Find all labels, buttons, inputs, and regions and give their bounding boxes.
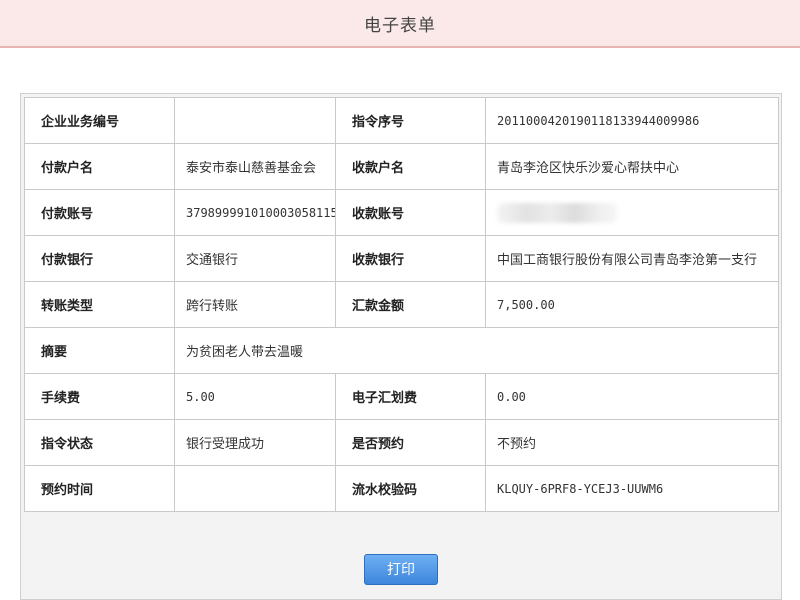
verification-code-label: 流水校验码: [335, 465, 486, 512]
instruction-status-label: 指令状态: [24, 419, 175, 466]
table-row: 付款账号 379899991010003058115 收款账号: [24, 189, 779, 236]
print-button[interactable]: 打印: [364, 553, 438, 585]
instruction-serial-value: 20110004201901181339440099​86: [485, 97, 779, 144]
payee-bank-value: 中国工商银行股份有限公司青岛李沧第一支行: [485, 235, 779, 282]
table-row: 指令状态 银行受理成功 是否预约 不预约: [24, 419, 779, 466]
payee-name-label: 收款户名: [335, 143, 486, 190]
table-row: 预约时间 流水校验码 KLQUY-6PRF8-YCEJ3-UUWM6: [24, 465, 779, 512]
payee-account-value: [485, 189, 779, 236]
table-row: 付款户名 泰安市泰山慈善基金会 收款户名 青岛李沧区快乐沙爱心帮扶中心: [24, 143, 779, 190]
remittance-amount-value: 7,500.00: [485, 281, 779, 328]
payee-bank-label: 收款银行: [335, 235, 486, 282]
remittance-amount-label: 汇款金额: [335, 281, 486, 328]
instruction-status-value: 银行受理成功: [174, 419, 336, 466]
table-row: 手续费 5.00 电子汇划费 0.00: [24, 373, 779, 420]
form-panel: 企业业务编号 指令序号 20110004201901181339440099​8…: [20, 93, 782, 600]
electronic-transfer-fee-label: 电子汇划费: [335, 373, 486, 420]
page-header: 电子表单: [0, 0, 800, 48]
table-row: 企业业务编号 指令序号 20110004201901181339440099​8…: [24, 97, 779, 144]
transfer-type-value: 跨行转账: [174, 281, 336, 328]
payer-account-label: 付款账号: [24, 189, 175, 236]
payer-name-label: 付款户名: [24, 143, 175, 190]
enterprise-business-number-value: [174, 97, 336, 144]
table-row: 摘要 为贫困老人带去温暖: [24, 327, 779, 374]
page-title: 电子表单: [364, 15, 436, 36]
transfer-type-label: 转账类型: [24, 281, 175, 328]
handling-fee-value: 5.00: [174, 373, 336, 420]
payee-name-value: 青岛李沧区快乐沙爱心帮扶中心: [485, 143, 779, 190]
is-scheduled-value: 不预约: [485, 419, 779, 466]
scheduled-time-label: 预约时间: [24, 465, 175, 512]
payer-account-value: 379899991010003058115: [174, 189, 336, 236]
payer-bank-value: 交通银行: [174, 235, 336, 282]
table-row: 转账类型 跨行转账 汇款金额 7,500.00: [24, 281, 779, 328]
electronic-form-table: 企业业务编号 指令序号 20110004201901181339440099​8…: [24, 97, 779, 512]
scheduled-time-value: [174, 465, 336, 512]
handling-fee-label: 手续费: [24, 373, 175, 420]
payee-account-label: 收款账号: [335, 189, 486, 236]
enterprise-business-number-label: 企业业务编号: [24, 97, 175, 144]
button-bar: 打印: [24, 541, 778, 597]
summary-value: 为贫困老人带去温暖: [174, 327, 779, 374]
table-row: 付款银行 交通银行 收款银行 中国工商银行股份有限公司青岛李沧第一支行: [24, 235, 779, 282]
electronic-transfer-fee-value: 0.00: [485, 373, 779, 420]
is-scheduled-label: 是否预约: [335, 419, 486, 466]
instruction-serial-label: 指令序号: [335, 97, 486, 144]
redacted-blur: [497, 202, 617, 223]
payer-bank-label: 付款银行: [24, 235, 175, 282]
verification-code-value: KLQUY-6PRF8-YCEJ3-UUWM6: [485, 465, 779, 512]
payer-name-value: 泰安市泰山慈善基金会: [174, 143, 336, 190]
summary-label: 摘要: [24, 327, 175, 374]
